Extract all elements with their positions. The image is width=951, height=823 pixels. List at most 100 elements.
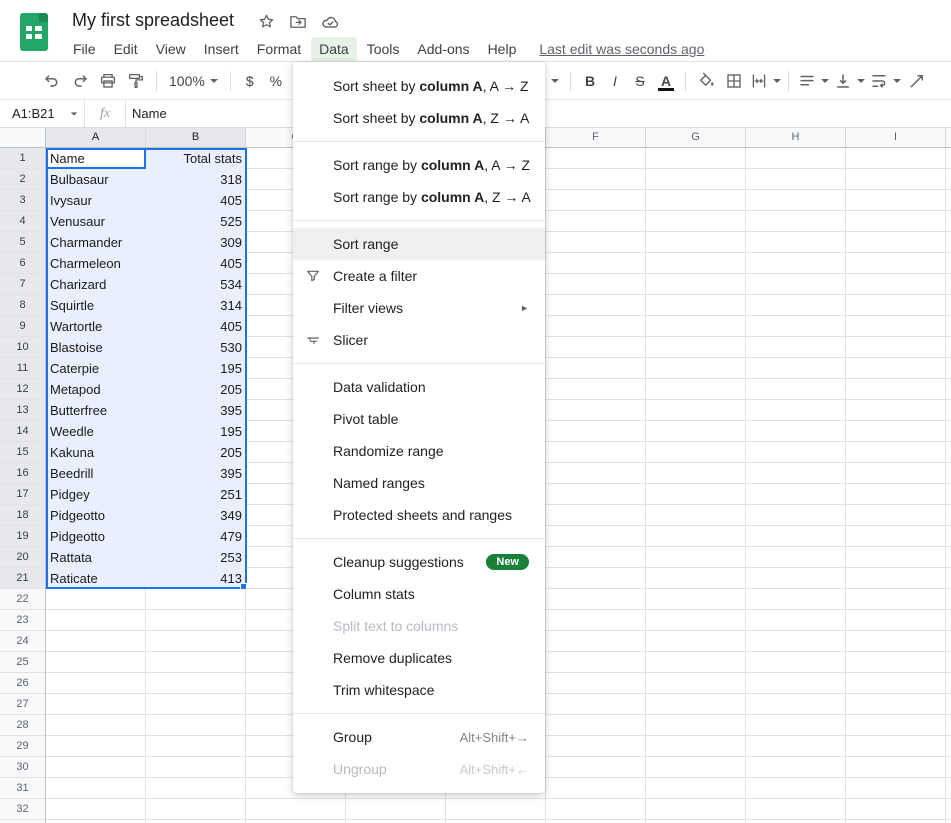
cell-A17[interactable]: Pidgey <box>46 484 146 505</box>
row-header-26[interactable]: 26 <box>0 673 45 694</box>
star-icon[interactable] <box>258 13 275 30</box>
row-header-29[interactable]: 29 <box>0 736 45 757</box>
menu-item-protected-sheets-and-ranges[interactable]: Protected sheets and ranges <box>293 499 545 531</box>
cell-B2[interactable]: 318 <box>146 169 246 190</box>
cell-A9[interactable]: Wartortle <box>46 316 146 337</box>
vertical-align-button[interactable] <box>831 68 867 94</box>
menu-item-sort-range-a-z[interactable]: Sort range by column A, A → Z <box>293 149 545 181</box>
column-header-A[interactable]: A <box>46 128 146 147</box>
row-header-6[interactable]: 6 <box>0 253 45 274</box>
cell-B3[interactable]: 405 <box>146 190 246 211</box>
menu-item-randomize-range[interactable]: Randomize range <box>293 435 545 467</box>
cell-A13[interactable]: Butterfree <box>46 400 146 421</box>
text-wrap-button[interactable] <box>867 68 903 94</box>
row-header-12[interactable]: 12 <box>0 379 45 400</box>
row-header-21[interactable]: 21 <box>0 568 45 589</box>
menu-item-filter-views[interactable]: Filter views► <box>293 292 545 324</box>
cell-A1[interactable]: Name <box>46 148 146 169</box>
menu-item-cleanup-suggestions[interactable]: Cleanup suggestionsNew <box>293 546 545 578</box>
cloud-saved-icon[interactable] <box>321 14 340 29</box>
menubar-item-data[interactable]: Data <box>311 37 357 61</box>
cell-A11[interactable]: Caterpie <box>46 358 146 379</box>
cell-B1[interactable]: Total stats <box>146 148 246 169</box>
cell-B21[interactable]: 413 <box>146 568 246 589</box>
menubar-item-insert[interactable]: Insert <box>196 37 247 61</box>
redo-button[interactable] <box>66 68 94 94</box>
cell-B6[interactable]: 405 <box>146 253 246 274</box>
cell-A21[interactable]: Raticate <box>46 568 146 589</box>
cell-A10[interactable]: Blastoise <box>46 337 146 358</box>
cell-B13[interactable]: 395 <box>146 400 246 421</box>
sheets-logo-icon[interactable] <box>18 11 50 53</box>
paint-format-button[interactable] <box>122 68 150 94</box>
cell-A2[interactable]: Bulbasaur <box>46 169 146 190</box>
font-size-caret[interactable] <box>546 68 564 94</box>
column-header-G[interactable]: G <box>646 128 746 147</box>
borders-button[interactable] <box>720 68 748 94</box>
cell-A14[interactable]: Weedle <box>46 421 146 442</box>
cell-B16[interactable]: 395 <box>146 463 246 484</box>
row-header-10[interactable]: 10 <box>0 337 45 358</box>
menu-item-trim-whitespace[interactable]: Trim whitespace <box>293 674 545 706</box>
cell-B5[interactable]: 309 <box>146 232 246 253</box>
row-header-28[interactable]: 28 <box>0 715 45 736</box>
column-header-B[interactable]: B <box>146 128 246 147</box>
row-header-20[interactable]: 20 <box>0 547 45 568</box>
move-to-folder-icon[interactable] <box>289 14 307 30</box>
menubar-item-edit[interactable]: Edit <box>106 37 146 61</box>
row-header-13[interactable]: 13 <box>0 400 45 421</box>
row-header-1[interactable]: 1 <box>0 148 45 169</box>
row-header-16[interactable]: 16 <box>0 463 45 484</box>
cell-A18[interactable]: Pidgeotto <box>46 505 146 526</box>
name-box[interactable]: A1:B21 <box>0 106 84 121</box>
menu-item-remove-duplicates[interactable]: Remove duplicates <box>293 642 545 674</box>
select-all-corner[interactable] <box>0 128 46 148</box>
menu-item-column-stats[interactable]: Column stats <box>293 578 545 610</box>
column-header-F[interactable]: F <box>546 128 646 147</box>
cell-B18[interactable]: 349 <box>146 505 246 526</box>
cell-B8[interactable]: 314 <box>146 295 246 316</box>
format-currency-button[interactable]: $ <box>237 68 263 94</box>
last-edit-link[interactable]: Last edit was seconds ago <box>539 41 704 57</box>
row-header-3[interactable]: 3 <box>0 190 45 211</box>
row-header-2[interactable]: 2 <box>0 169 45 190</box>
menubar-item-add-ons[interactable]: Add-ons <box>409 37 477 61</box>
row-header-9[interactable]: 9 <box>0 316 45 337</box>
menu-item-sort-range-z-a[interactable]: Sort range by column A, Z → A <box>293 181 545 213</box>
menu-item-slicer[interactable]: Slicer <box>293 324 545 356</box>
row-header-15[interactable]: 15 <box>0 442 45 463</box>
row-header-8[interactable]: 8 <box>0 295 45 316</box>
cell-B20[interactable]: 253 <box>146 547 246 568</box>
cell-A12[interactable]: Metapod <box>46 379 146 400</box>
row-header-31[interactable]: 31 <box>0 778 45 799</box>
fill-handle[interactable] <box>240 583 247 590</box>
row-header-24[interactable]: 24 <box>0 631 45 652</box>
menu-item-data-validation[interactable]: Data validation <box>293 371 545 403</box>
cell-B4[interactable]: 525 <box>146 211 246 232</box>
cell-B7[interactable]: 534 <box>146 274 246 295</box>
text-color-button[interactable]: A <box>653 68 679 94</box>
row-header-30[interactable]: 30 <box>0 757 45 778</box>
menubar-item-file[interactable]: File <box>65 37 104 61</box>
row-header-22[interactable]: 22 <box>0 589 45 610</box>
text-rotation-button[interactable] <box>903 68 931 94</box>
row-header-23[interactable]: 23 <box>0 610 45 631</box>
menubar-item-format[interactable]: Format <box>249 37 309 61</box>
column-header-H[interactable]: H <box>746 128 846 147</box>
cell-B12[interactable]: 205 <box>146 379 246 400</box>
undo-button[interactable] <box>38 68 66 94</box>
bold-button[interactable]: B <box>577 68 603 94</box>
cell-B15[interactable]: 205 <box>146 442 246 463</box>
menu-item-create-a-filter[interactable]: Create a filter <box>293 260 545 292</box>
row-header-4[interactable]: 4 <box>0 211 45 232</box>
cell-A3[interactable]: Ivysaur <box>46 190 146 211</box>
row-header-17[interactable]: 17 <box>0 484 45 505</box>
cell-A16[interactable]: Beedrill <box>46 463 146 484</box>
menubar-item-view[interactable]: View <box>148 37 194 61</box>
cell-A20[interactable]: Rattata <box>46 547 146 568</box>
cell-A5[interactable]: Charmander <box>46 232 146 253</box>
cell-A4[interactable]: Venusaur <box>46 211 146 232</box>
cell-A6[interactable]: Charmeleon <box>46 253 146 274</box>
row-header-14[interactable]: 14 <box>0 421 45 442</box>
cell-A8[interactable]: Squirtle <box>46 295 146 316</box>
